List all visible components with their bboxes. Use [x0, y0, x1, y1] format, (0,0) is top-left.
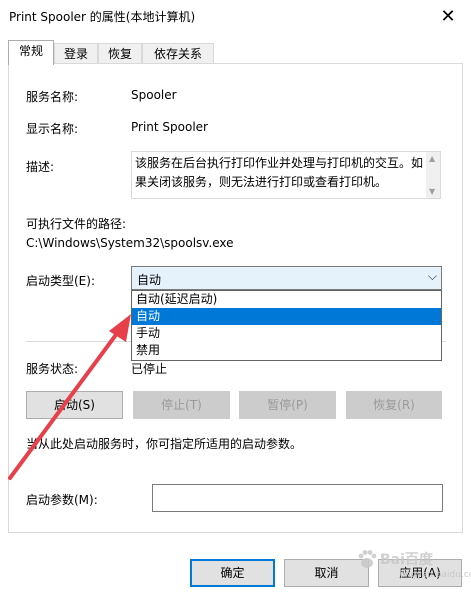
startup-type-current: 自动: [137, 273, 162, 287]
startup-option-auto-delayed[interactable]: 自动(延迟启动): [132, 291, 441, 308]
start-button[interactable]: 启动(S): [26, 391, 123, 419]
general-panel: 服务名称: Spooler 显示名称: Print Spooler 描述: 该服…: [8, 63, 463, 533]
chevron-down-icon: ⌵: [427, 269, 437, 283]
startup-type-label: 启动类型(E):: [26, 274, 95, 288]
startup-params-hint: 当从此处启动服务时，你可指定所适用的启动参数。: [26, 437, 303, 451]
description-label: 描述:: [26, 160, 55, 174]
tab-dependencies[interactable]: 依存关系: [142, 43, 214, 63]
tab-label: 恢复: [107, 47, 132, 61]
paw-icon: [358, 550, 377, 568]
service-status-value: 已停止: [131, 362, 168, 376]
resume-button[interactable]: 恢复(R): [346, 391, 442, 419]
watermark-text: Bai百度: [380, 552, 433, 568]
title-bar: Print Spooler 的属性(本地计算机) ✕: [0, 0, 471, 32]
close-icon: ✕: [440, 5, 456, 27]
scroll-up-icon[interactable]: ▲: [429, 154, 435, 163]
exe-path-label: 可执行文件的路径:: [26, 217, 127, 231]
stop-button[interactable]: 停止(T): [133, 391, 230, 419]
tab-logon[interactable]: 登录: [54, 43, 98, 63]
display-name-label: 显示名称:: [26, 122, 79, 136]
startup-type-select[interactable]: 自动 ⌵: [131, 266, 442, 290]
description-box[interactable]: 该服务在后台执行打印作业并处理与打印机的交互。如果关闭该服务，则无法进行打印或查…: [131, 151, 441, 199]
startup-type-dropdown: 自动(延迟启动) 自动 手动 禁用: [131, 290, 442, 361]
tab-label: 常规: [18, 44, 43, 58]
exe-path-value: C:\Windows\System32\spoolsv.exe: [26, 236, 234, 250]
tab-recovery[interactable]: 恢复: [98, 43, 142, 63]
startup-params-input[interactable]: [152, 484, 443, 512]
startup-option-manual[interactable]: 手动: [132, 325, 441, 342]
startup-option-disabled[interactable]: 禁用: [132, 342, 441, 359]
tab-general[interactable]: 常规: [8, 40, 54, 65]
watermark-subtext: jingyan.baidu.com: [400, 570, 471, 580]
description-scrollbar[interactable]: ▲ ▼: [426, 152, 440, 198]
service-status-label: 服务状态:: [26, 362, 79, 376]
startup-option-auto[interactable]: 自动: [132, 308, 441, 325]
pause-button[interactable]: 暂停(P): [239, 391, 336, 419]
display-name-value: Print Spooler: [131, 120, 208, 134]
scroll-down-icon[interactable]: ▼: [429, 187, 435, 196]
tab-label: 登录: [63, 47, 88, 61]
close-button[interactable]: ✕: [425, 0, 471, 32]
tab-label: 依存关系: [153, 47, 202, 61]
ok-button[interactable]: 确定: [190, 559, 275, 587]
startup-params-label: 启动参数(M):: [26, 493, 98, 507]
service-name-value: Spooler: [131, 88, 177, 102]
baidu-watermark: Bai百度: [356, 548, 433, 570]
description-text: 该服务在后台执行打印作业并处理与打印机的交互。如果关闭该服务，则无法进行打印或查…: [135, 156, 424, 189]
service-name-label: 服务名称:: [26, 90, 79, 104]
window-title: Print Spooler 的属性(本地计算机): [9, 10, 196, 24]
